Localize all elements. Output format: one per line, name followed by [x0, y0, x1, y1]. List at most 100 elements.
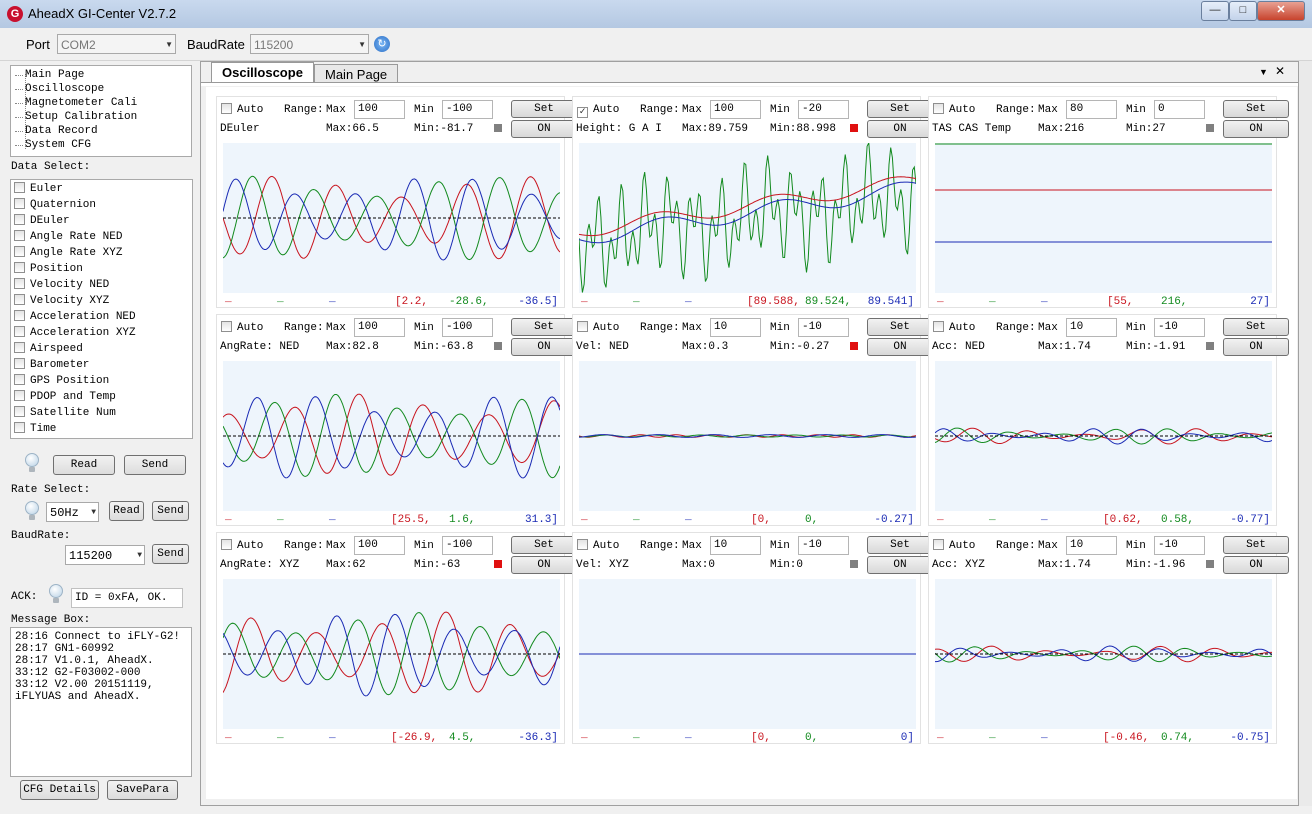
checkbox[interactable]	[14, 390, 25, 401]
max-input[interactable]: 80	[1066, 100, 1117, 119]
on-button[interactable]: ON	[867, 120, 933, 138]
max-input[interactable]: 100	[710, 100, 761, 119]
on-button[interactable]: ON	[867, 338, 933, 356]
set-button[interactable]: Set	[867, 536, 933, 554]
min-input[interactable]: -20	[798, 100, 849, 119]
checkbox[interactable]	[14, 422, 25, 433]
cfg-details-button[interactable]: CFG Details	[20, 780, 99, 800]
min-input[interactable]: -100	[442, 318, 493, 337]
auto-checkbox-row[interactable]: Auto	[221, 103, 263, 117]
auto-checkbox[interactable]	[577, 107, 588, 118]
max-input[interactable]: 100	[354, 318, 405, 337]
auto-checkbox-row[interactable]: Auto	[221, 321, 263, 335]
data-select-item[interactable]: Euler	[14, 181, 63, 197]
min-input[interactable]: -100	[442, 536, 493, 555]
data-select-item[interactable]: Position	[14, 261, 83, 277]
auto-checkbox[interactable]	[933, 103, 944, 114]
auto-checkbox-row[interactable]: Auto	[933, 103, 975, 117]
port-select[interactable]: COM2 ▼	[57, 34, 176, 54]
message-box[interactable]: 28:16 Connect to iFLY-G2! 28:17 GN1-60992…	[10, 627, 192, 777]
min-input[interactable]: -10	[798, 536, 849, 555]
data-select-item[interactable]: PDOP and Temp	[14, 389, 116, 405]
on-button[interactable]: ON	[1223, 338, 1289, 356]
tree-item-system-cfg[interactable]: System CFG	[14, 138, 91, 152]
tree-item-oscilloscope[interactable]: Oscilloscope	[14, 82, 104, 96]
auto-checkbox[interactable]	[577, 539, 588, 550]
tab-main-page[interactable]: Main Page	[314, 64, 399, 84]
checkbox[interactable]	[14, 358, 25, 369]
checkbox[interactable]	[14, 310, 25, 321]
checkbox[interactable]	[14, 278, 25, 289]
set-button[interactable]: Set	[1223, 100, 1289, 118]
min-input[interactable]: -10	[1154, 318, 1205, 337]
data-select-item[interactable]: Barometer	[14, 357, 89, 373]
data-select-item[interactable]: Angle Rate NED	[14, 229, 122, 245]
auto-checkbox[interactable]	[933, 321, 944, 332]
data-send-button[interactable]: Send	[124, 455, 186, 475]
baudrate-send-button[interactable]: Send	[152, 544, 189, 564]
rate-send-button[interactable]: Send	[152, 501, 189, 521]
set-button[interactable]: Set	[867, 100, 933, 118]
tree-item-main-page[interactable]: Main Page	[14, 68, 84, 82]
max-input[interactable]: 100	[354, 536, 405, 555]
max-input[interactable]: 10	[710, 318, 761, 337]
auto-checkbox-row[interactable]: Auto	[577, 103, 619, 118]
max-input[interactable]: 10	[710, 536, 761, 555]
checkbox[interactable]	[14, 182, 25, 193]
checkbox[interactable]	[14, 294, 25, 305]
data-select-item[interactable]: Acceleration NED	[14, 309, 136, 325]
on-button[interactable]: ON	[511, 556, 577, 574]
on-button[interactable]: ON	[511, 120, 577, 138]
auto-checkbox-row[interactable]: Auto	[933, 539, 975, 553]
tree-item-data-record[interactable]: Data Record	[15, 124, 98, 138]
data-select-item[interactable]: Satellite Num	[14, 405, 116, 421]
tab-oscilloscope[interactable]: Oscilloscope	[211, 62, 314, 84]
baudrate-select[interactable]: 115200 ▼	[250, 34, 369, 54]
checkbox[interactable]	[14, 214, 25, 225]
maximize-button[interactable]: □	[1229, 1, 1257, 21]
checkbox[interactable]	[14, 374, 25, 385]
on-button[interactable]: ON	[867, 556, 933, 574]
refresh-icon[interactable]: ↻	[374, 36, 390, 52]
checkbox[interactable]	[14, 246, 25, 257]
auto-checkbox-row[interactable]: Auto	[221, 539, 263, 553]
tree-item-setup-calibration[interactable]: Setup Calibration	[14, 110, 137, 124]
max-input[interactable]: 100	[354, 100, 405, 119]
on-button[interactable]: ON	[511, 338, 577, 356]
tab-dropdown-icon[interactable]: ▼	[1259, 67, 1268, 77]
close-window-button[interactable]: ✕	[1257, 1, 1305, 21]
data-select-item[interactable]: Time	[14, 421, 56, 437]
data-select-item[interactable]: Quaternion	[14, 197, 96, 213]
auto-checkbox[interactable]	[577, 321, 588, 332]
max-input[interactable]: 10	[1066, 536, 1117, 555]
auto-checkbox-row[interactable]: Auto	[933, 321, 975, 335]
rate-select[interactable]: 50Hz ▼	[46, 502, 99, 522]
set-button[interactable]: Set	[511, 100, 577, 118]
tree-item-magnetometer-cali[interactable]: Magnetometer Cali	[14, 96, 137, 110]
checkbox[interactable]	[14, 198, 25, 209]
on-button[interactable]: ON	[1223, 120, 1289, 138]
data-select-item[interactable]: Angle Rate XYZ	[14, 245, 122, 261]
auto-checkbox[interactable]	[221, 321, 232, 332]
set-button[interactable]: Set	[1223, 536, 1289, 554]
minimize-button[interactable]: —	[1201, 1, 1229, 21]
min-input[interactable]: -10	[798, 318, 849, 337]
auto-checkbox[interactable]	[221, 103, 232, 114]
checkbox[interactable]	[14, 262, 25, 273]
auto-checkbox[interactable]	[933, 539, 944, 550]
set-button[interactable]: Set	[867, 318, 933, 336]
data-select-item[interactable]: GPS Position	[14, 373, 109, 389]
max-input[interactable]: 10	[1066, 318, 1117, 337]
min-input[interactable]: -10	[1154, 536, 1205, 555]
on-button[interactable]: ON	[1223, 556, 1289, 574]
checkbox[interactable]	[14, 406, 25, 417]
auto-checkbox-row[interactable]: Auto	[577, 321, 619, 335]
checkbox[interactable]	[14, 342, 25, 353]
rate-read-button[interactable]: Read	[109, 501, 144, 521]
scrollbar[interactable]	[1299, 61, 1312, 806]
set-button[interactable]: Set	[1223, 318, 1289, 336]
data-read-button[interactable]: Read	[53, 455, 115, 475]
data-select-item[interactable]: Velocity XYZ	[14, 293, 109, 309]
tab-close-icon[interactable]: ✕	[1275, 64, 1285, 78]
save-para-button[interactable]: SavePara	[107, 780, 178, 800]
